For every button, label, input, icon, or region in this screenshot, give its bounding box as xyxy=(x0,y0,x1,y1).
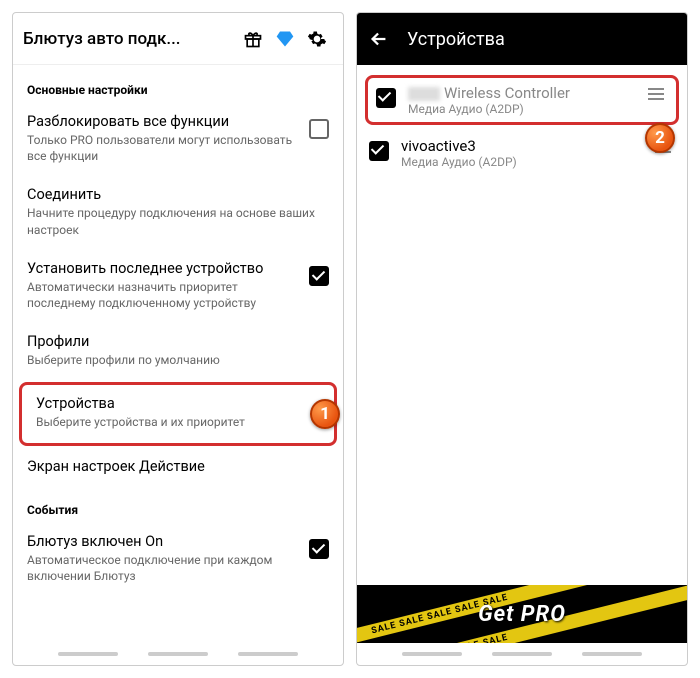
device-row-0[interactable]: Wireless Controller Медиа Аудио (A2DP) xyxy=(365,75,679,125)
device-name: Wireless Controller xyxy=(408,84,636,102)
setting-title: Блютуз включен On xyxy=(27,533,299,550)
setting-profiles[interactable]: Профили Выберите профили по умолчанию xyxy=(13,323,343,380)
checkbox-device-0[interactable] xyxy=(376,88,396,108)
setting-title: Соединить xyxy=(27,186,329,203)
gear-icon[interactable] xyxy=(301,23,333,55)
setting-screen-action[interactable]: Экран настроек Действие xyxy=(13,448,343,489)
checkbox-unlock[interactable] xyxy=(309,119,329,139)
page-title: Устройства xyxy=(407,29,505,50)
device-list[interactable]: Wireless Controller Медиа Аудио (A2DP) 2… xyxy=(357,65,687,585)
promo-banner[interactable]: Get PRO xyxy=(357,585,687,643)
section-main: Основные настройки xyxy=(13,69,343,103)
nav-bar xyxy=(13,643,343,665)
settings-list[interactable]: Основные настройки Разблокировать все фу… xyxy=(13,65,343,643)
device-sub: Медиа Аудио (A2DP) xyxy=(401,155,643,169)
setting-bt-on[interactable]: Блютуз включен On Автоматическое подключ… xyxy=(13,523,343,596)
drag-handle-icon[interactable] xyxy=(648,88,668,108)
setting-title: Профили xyxy=(27,333,329,350)
callout-badge-2: 2 xyxy=(645,123,675,153)
setting-connect[interactable]: Соединить Начните процедуру подключения … xyxy=(13,176,343,249)
checkbox-bt-on[interactable] xyxy=(309,539,329,559)
left-phone: Блютуз авто подк... Основные настройки Р… xyxy=(12,12,344,666)
section-events: События xyxy=(13,489,343,523)
blurred-text xyxy=(408,87,440,101)
gift-icon[interactable] xyxy=(237,23,269,55)
app-title: Блютуз авто подк... xyxy=(23,29,237,49)
appbar: Блютуз авто подк... xyxy=(13,13,343,65)
setting-sub: Автоматическое подключение при каждом вк… xyxy=(27,552,299,584)
checkbox-device-1[interactable] xyxy=(369,141,389,161)
device-sub: Медиа Аудио (A2DP) xyxy=(408,102,636,116)
device-row-1[interactable]: vivoactive3 Медиа Аудио (A2DP) xyxy=(357,129,687,177)
setting-title: Установить последнее устройство xyxy=(27,260,299,277)
right-phone: Устройства Wireless Controller Медиа Ауд… xyxy=(356,12,688,666)
setting-sub: Только PRO пользователи могут использова… xyxy=(27,132,299,164)
setting-devices[interactable]: Устройства Выберите устройства и их прио… xyxy=(19,382,337,445)
nav-bar xyxy=(357,643,687,665)
setting-sub: Выберите профили по умолчанию xyxy=(27,352,329,368)
setting-sub: Автоматически назначить приоритет послед… xyxy=(27,279,299,311)
setting-title: Экран настроек Действие xyxy=(27,458,329,475)
setting-sub: Начните процедуру подключения на основе … xyxy=(27,205,329,237)
setting-unlock[interactable]: Разблокировать все функции Только PRO по… xyxy=(13,103,343,176)
setting-last-device[interactable]: Установить последнее устройство Автомати… xyxy=(13,250,343,323)
back-icon[interactable] xyxy=(363,23,395,55)
callout-badge-1: 1 xyxy=(310,399,340,429)
setting-title: Устройства xyxy=(36,395,320,412)
device-name: vivoactive3 xyxy=(401,137,643,155)
checkbox-last-device[interactable] xyxy=(309,266,329,286)
promo-text: Get PRO xyxy=(478,602,566,627)
appbar: Устройства xyxy=(357,13,687,65)
setting-sub: Выберите устройства и их приоритет xyxy=(36,414,320,430)
setting-title: Разблокировать все функции xyxy=(27,113,299,130)
diamond-icon[interactable] xyxy=(269,23,301,55)
